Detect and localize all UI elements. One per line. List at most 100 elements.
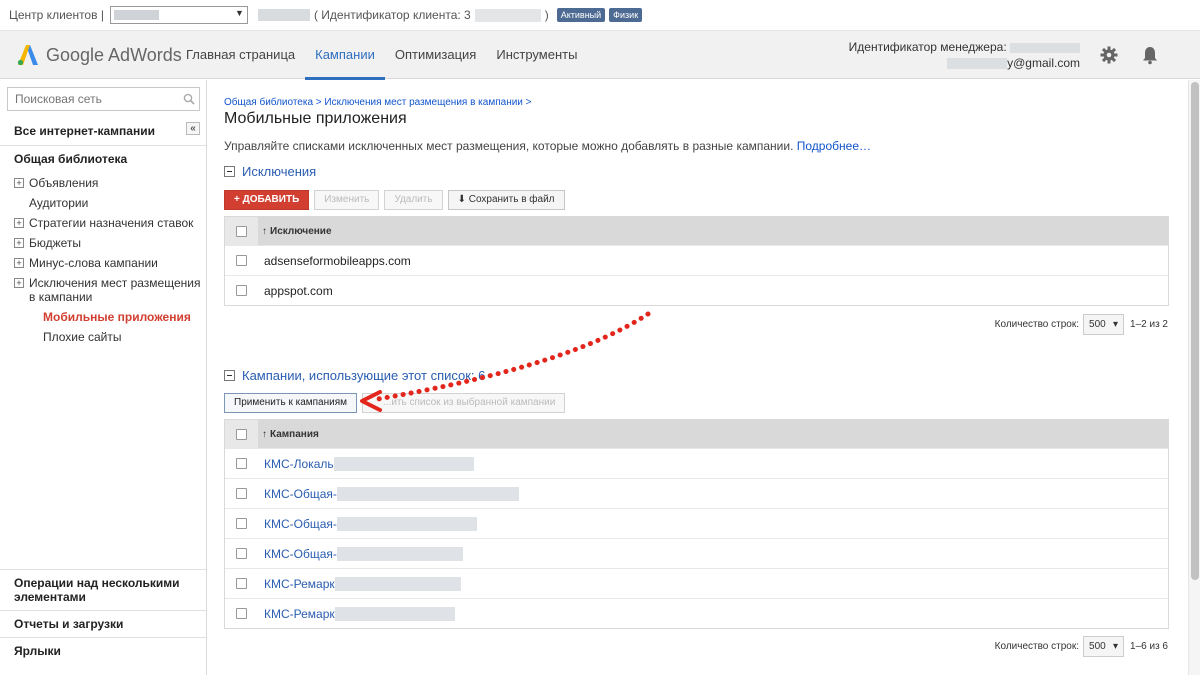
client-select-redacted xyxy=(113,10,159,20)
add-button-label: ДОБАВИТЬ xyxy=(242,194,300,205)
delete-button[interactable]: Удалить xyxy=(384,190,443,210)
sidebar-search-input[interactable] xyxy=(7,87,200,111)
sidebar-labels[interactable]: Ярлыки xyxy=(0,637,206,664)
account-email[interactable]: y@gmail.com xyxy=(1007,56,1080,70)
adwords-logo[interactable]: Google AdWords xyxy=(16,43,182,67)
tab-tools[interactable]: Инструменты xyxy=(486,31,587,79)
collapse-section-icon[interactable] xyxy=(224,370,235,381)
sidebar-item-label: Плохие сайты xyxy=(43,330,122,344)
campaigns-table: ↑ Кампания КМС-Локаль КМС-Общая- КМС-Общ… xyxy=(224,419,1169,629)
chevron-down-icon: ▾ xyxy=(1112,641,1119,652)
sidebar-item-label: Бюджеты xyxy=(29,236,82,250)
main-nav: Главная страница Кампании Оптимизация Ин… xyxy=(176,31,587,80)
status-badge-active: Активный xyxy=(556,8,606,22)
table-row: appspot.com xyxy=(225,275,1168,305)
chevron-down-icon: ▾ xyxy=(1112,319,1119,330)
row-checkbox[interactable] xyxy=(236,518,247,529)
sidebar-item-mobile-apps[interactable]: Мобильные приложения xyxy=(14,310,206,330)
campaign-link[interactable]: КМС-Общая- xyxy=(258,517,337,531)
tab-home[interactable]: Главная страница xyxy=(176,31,305,79)
learn-more-link[interactable]: Подробнее… xyxy=(797,139,871,153)
redacted-text xyxy=(333,456,474,471)
sidebar-bulk-operations[interactable]: Операции над несколькими элементами xyxy=(0,569,206,610)
row-checkbox[interactable] xyxy=(236,608,247,619)
save-to-file-button[interactable]: ⬇ Сохранить в файл xyxy=(447,190,565,210)
sidebar-item-budgets[interactable]: + Бюджеты xyxy=(14,236,206,256)
exclusions-heading: Исключения xyxy=(242,164,317,179)
row-checkbox[interactable] xyxy=(236,548,247,559)
redacted-text xyxy=(334,576,461,591)
search-icon[interactable] xyxy=(183,93,195,105)
campaign-link[interactable]: КМС-Ремарк xyxy=(258,607,335,621)
sidebar-item-label: Исключения мест размещения в кампании xyxy=(29,276,201,304)
main-content: Общая библиотека > Исключения мест разме… xyxy=(224,80,1184,675)
expand-icon[interactable]: + xyxy=(14,178,24,188)
row-checkbox[interactable] xyxy=(236,458,247,469)
select-all-checkbox[interactable] xyxy=(236,428,247,440)
page-scrollbar[interactable] xyxy=(1188,80,1200,675)
rows-per-page-select[interactable]: 500 ▾ xyxy=(1083,636,1125,657)
edit-button[interactable]: Изменить xyxy=(314,190,380,210)
plus-icon: + xyxy=(234,194,243,205)
sidebar-reports[interactable]: Отчеты и загрузки xyxy=(0,610,206,637)
pagination-range: 1–6 из 6 xyxy=(1130,641,1168,652)
sidebar-item-label: Аудитории xyxy=(29,196,89,210)
column-campaign[interactable]: Кампания xyxy=(270,429,319,440)
row-checkbox[interactable] xyxy=(236,488,247,499)
client-select[interactable]: ▼ xyxy=(109,6,248,24)
sidebar-shared-library[interactable]: Общая библиотека xyxy=(14,152,127,166)
campaigns-section-header[interactable]: Кампании, использующие этот список: 6 xyxy=(224,368,485,383)
tab-optimization[interactable]: Оптимизация xyxy=(385,31,487,79)
manager-id-redacted xyxy=(1010,42,1080,53)
sidebar-item-bid-strategies[interactable]: + Стратегии назначения ставок xyxy=(14,216,206,236)
add-button[interactable]: + ДОБАВИТЬ xyxy=(224,190,310,210)
collapse-section-icon[interactable] xyxy=(224,166,235,177)
exclusion-cell: appspot.com xyxy=(264,283,333,298)
table-row: КМС-Общая- xyxy=(225,478,1168,508)
save-to-file-label: Сохранить в файл xyxy=(468,194,555,205)
page-title: Мобильные приложения xyxy=(224,110,407,127)
campaigns-toolbar: Применить к кампаниям ...ить список из в… xyxy=(224,393,570,413)
sidebar-item-bad-sites[interactable]: Плохие сайты xyxy=(14,330,206,350)
campaign-link[interactable]: КМС-Общая- xyxy=(258,487,337,501)
row-checkbox[interactable] xyxy=(236,578,247,589)
sidebar-bottom-sections: Операции над несколькими элементами Отче… xyxy=(0,569,206,664)
breadcrumb[interactable]: Общая библиотека > Исключения мест разме… xyxy=(224,97,532,108)
campaign-link[interactable]: КМС-Общая- xyxy=(258,547,337,561)
tab-campaigns[interactable]: Кампании xyxy=(305,31,385,80)
scrollbar-thumb[interactable] xyxy=(1191,82,1199,580)
campaign-link[interactable]: КМС-Локаль xyxy=(258,457,334,471)
exclusions-section-header[interactable]: Исключения xyxy=(224,164,316,179)
pagination-range: 1–2 из 2 xyxy=(1130,319,1168,330)
select-all-checkbox[interactable] xyxy=(236,225,247,237)
bell-icon[interactable] xyxy=(1140,45,1160,65)
expand-icon[interactable]: + xyxy=(14,278,24,288)
table-header: ↑ Исключение xyxy=(225,217,1168,245)
table-row: КМС-Локаль xyxy=(225,448,1168,478)
client-name-redacted xyxy=(257,9,310,21)
campaign-link[interactable]: КМС-Ремарк xyxy=(258,577,335,591)
exclusions-toolbar: + ДОБАВИТЬ Изменить Удалить ⬇ Сохранить … xyxy=(224,190,570,210)
column-exclusion[interactable]: Исключение xyxy=(270,226,332,237)
row-checkbox[interactable] xyxy=(236,255,247,266)
sidebar-all-campaigns[interactable]: Все интернет-кампании « xyxy=(0,118,206,146)
apply-to-campaigns-button[interactable]: Применить к кампаниям xyxy=(224,393,358,413)
sort-asc-icon[interactable]: ↑ xyxy=(262,226,267,237)
expand-icon[interactable]: + xyxy=(14,238,24,248)
rows-per-page-select[interactable]: 500 ▾ xyxy=(1083,314,1125,335)
collapse-sidebar-button[interactable]: « xyxy=(186,122,200,135)
row-checkbox[interactable] xyxy=(236,285,247,296)
logo-text: Google AdWords xyxy=(46,44,182,65)
description-text: Управляйте списками исключенных мест раз… xyxy=(224,139,794,153)
sidebar-item-placement-exclusions[interactable]: + Исключения мест размещения в кампании xyxy=(14,276,206,310)
expand-icon[interactable]: + xyxy=(14,258,24,268)
sidebar-item-audiences[interactable]: Аудитории xyxy=(14,196,206,216)
sidebar-item-negative-keywords[interactable]: + Минус-слова кампании xyxy=(14,256,206,276)
gear-icon[interactable] xyxy=(1099,45,1119,65)
manager-info: Идентификатор менеджера: y@gmail.com xyxy=(849,39,1080,71)
expand-icon[interactable]: + xyxy=(14,218,24,228)
sidebar-item-ads[interactable]: + Объявления xyxy=(14,176,206,196)
sort-asc-icon[interactable]: ↑ xyxy=(262,429,267,440)
remove-from-campaign-button[interactable]: ...ить список из выбранной кампании xyxy=(362,393,566,413)
table-header: ↑ Кампания xyxy=(225,420,1168,448)
